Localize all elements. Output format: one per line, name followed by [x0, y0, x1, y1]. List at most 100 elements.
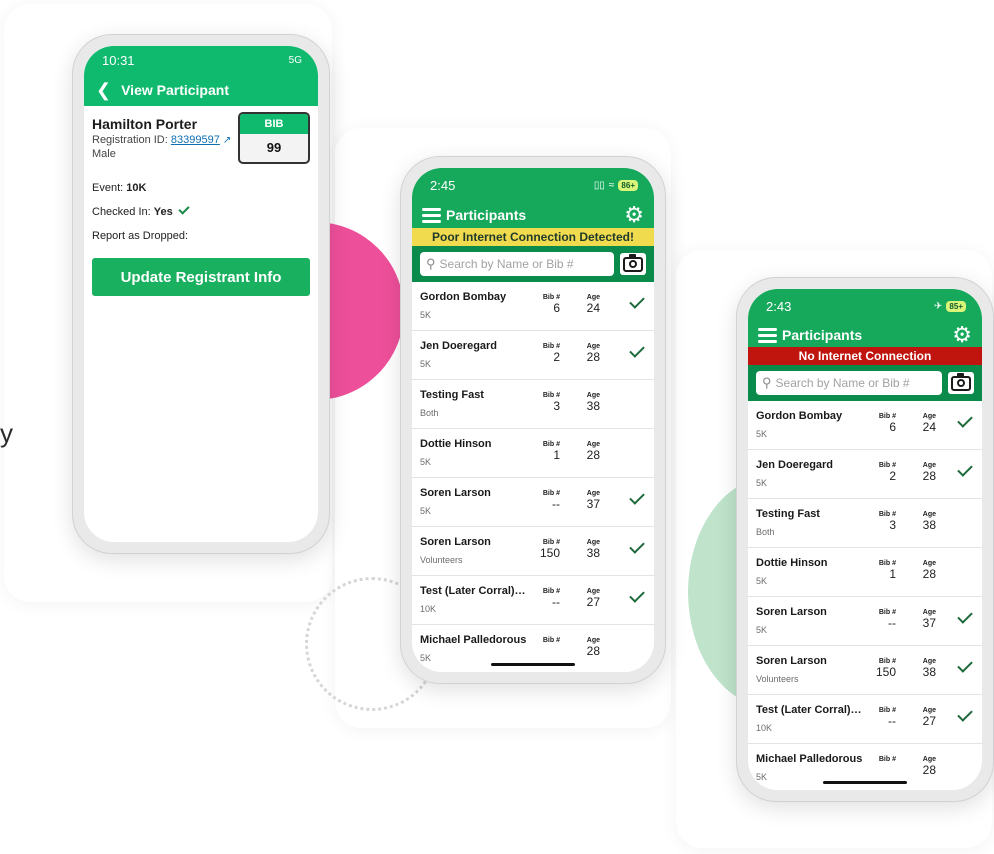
- hamburger-menu-icon[interactable]: [422, 208, 441, 223]
- age-column: Age 27: [908, 706, 936, 728]
- age-column: Age 38: [572, 538, 600, 560]
- app-header: 10:31 5G ❮ View Participant: [84, 46, 318, 106]
- bib-value: 1: [553, 448, 560, 462]
- participant-name: Soren Larson: [756, 655, 827, 667]
- event-value: 10K: [126, 182, 147, 194]
- external-link-icon[interactable]: ↗: [223, 135, 231, 146]
- battery-icon: 85+: [946, 300, 966, 312]
- participant-name: Soren Larson: [756, 606, 827, 618]
- checked-in-icon: [957, 706, 973, 722]
- participant-name: Jen Doeregard: [756, 459, 834, 471]
- bib-value: 150: [539, 546, 560, 560]
- bib-value: --: [552, 595, 560, 609]
- status-network: 5G: [288, 54, 302, 66]
- search-row: ⚲ Search by Name or Bib #: [748, 365, 982, 401]
- search-icon: ⚲: [762, 375, 772, 390]
- event-label: Event:: [92, 182, 124, 194]
- checked-in-icon: [629, 342, 645, 358]
- age-value: 27: [922, 714, 936, 728]
- update-registrant-info-button[interactable]: Update Registrant Info: [92, 258, 310, 296]
- participant-row[interactable]: Soren Larson 5K Bib # -- Age 37: [748, 597, 982, 646]
- registration-id-link[interactable]: 83399597: [171, 134, 220, 146]
- age-column: Age 28: [572, 440, 600, 462]
- report-dropped-label: Report as Dropped:: [92, 230, 188, 242]
- participant-event: 5K: [420, 310, 432, 320]
- participant-row[interactable]: Gordon Bombay 5K Bib #6 Age 24: [412, 282, 654, 331]
- participant-row[interactable]: Gordon Bombay 5K Bib #6 Age 24: [748, 401, 982, 450]
- gear-icon[interactable]: ⚙: [624, 204, 644, 226]
- age-value: 28: [922, 567, 936, 581]
- hamburger-menu-icon[interactable]: [758, 328, 777, 343]
- age-column: Age 28: [572, 636, 600, 658]
- checked-in-icon: [629, 489, 645, 505]
- search-row: ⚲ Search by Name or Bib #: [412, 246, 654, 282]
- participant-event: 5K: [756, 429, 768, 439]
- participant-row[interactable]: Test (Later Corral) O... 10K Bib # -- Age 27: [748, 695, 982, 744]
- status-time: 2:45: [430, 177, 456, 193]
- participant-event: 5K: [756, 478, 768, 488]
- app-header: 2:43 ✈ 85+ Participants ⚙: [748, 289, 982, 347]
- bib-value: 3: [553, 399, 560, 413]
- home-indicator: [491, 663, 575, 666]
- title-bar: Participants ⚙: [748, 323, 982, 347]
- gear-icon[interactable]: ⚙: [952, 324, 972, 346]
- title-group: Participants: [422, 207, 526, 223]
- bib-value: --: [888, 616, 896, 630]
- participant-row[interactable]: Soren Larson 5K Bib # -- Age 37: [412, 478, 654, 527]
- search-input[interactable]: ⚲ Search by Name or Bib #: [420, 252, 614, 276]
- bib-column: Bib # --: [866, 608, 896, 630]
- page-title: View Participant: [121, 82, 229, 98]
- participant-row[interactable]: Dottie Hinson 5K Bib #1 Age 28: [748, 548, 982, 597]
- participant-event: 10K: [756, 723, 773, 733]
- participant-name: Test (Later Corral) O...: [756, 704, 864, 716]
- age-column: Age 28: [908, 559, 936, 581]
- search-input[interactable]: ⚲ Search by Name or Bib #: [756, 371, 942, 395]
- age-column: Age 38: [572, 391, 600, 413]
- age-value: 24: [586, 301, 600, 315]
- report-dropped-row[interactable]: Report as Dropped:: [92, 230, 310, 242]
- camera-scan-button[interactable]: [620, 253, 646, 275]
- camera-scan-button[interactable]: [948, 372, 974, 394]
- participant-name: Soren Larson: [420, 487, 491, 499]
- participant-row[interactable]: Dottie Hinson 5K Bib #1 Age 28: [412, 429, 654, 478]
- participant-name: Testing Fast: [756, 508, 820, 520]
- bib-label: Bib #: [878, 756, 896, 763]
- status-time: 10:31: [102, 52, 135, 68]
- bib-value: 150: [875, 665, 896, 679]
- age-value: 27: [586, 595, 600, 609]
- participant-event: 5K: [756, 772, 768, 782]
- status-indicators: ✈ 85+: [934, 300, 966, 312]
- participant-row[interactable]: Soren Larson Volunteers Bib #150 Age 38: [748, 646, 982, 695]
- participant-name: Test (Later Corral) O...: [420, 585, 528, 597]
- page-title: Participants: [446, 207, 527, 223]
- participant-name: Dottie Hinson: [420, 438, 492, 450]
- bib-column: Bib # --: [530, 587, 560, 609]
- bib-label: Bib #: [542, 637, 560, 644]
- phone-screen: 2:43 ✈ 85+ Participants ⚙ No Internet Co…: [748, 289, 982, 790]
- participant-event: 5K: [420, 653, 432, 663]
- participant-row[interactable]: Testing Fast Both Bib #3 Age 38: [748, 499, 982, 548]
- checked-in-icon: [957, 412, 973, 428]
- participant-event: 5K: [420, 506, 432, 516]
- participant-row[interactable]: Jen Doeregard 5K Bib #2 Age 28: [748, 450, 982, 499]
- participant-row[interactable]: Soren Larson Volunteers Bib #150 Age 38: [412, 527, 654, 576]
- age-value: 24: [922, 420, 936, 434]
- bib-column: Bib #150: [866, 657, 896, 679]
- bib-value: 2: [553, 350, 560, 364]
- app-header: 2:45 ▯▯ ≈ 86+ Participants ⚙: [412, 168, 654, 228]
- chevron-left-icon[interactable]: ❮: [96, 81, 111, 99]
- checked-in-row: Checked In: Yes: [92, 203, 310, 218]
- bib-column: Bib #3: [530, 391, 560, 413]
- age-column: Age 38: [908, 510, 936, 532]
- participant-row[interactable]: Jen Doeregard 5K Bib #2 Age 28: [412, 331, 654, 380]
- status-bar: 10:31 5G: [84, 46, 318, 74]
- age-value: 28: [586, 448, 600, 462]
- search-placeholder: Search by Name or Bib #: [775, 376, 910, 390]
- title-bar: Participants ⚙: [412, 202, 654, 228]
- participant-row[interactable]: Testing Fast Both Bib #3 Age 38: [412, 380, 654, 429]
- participant-event: Volunteers: [756, 674, 799, 684]
- event-row: Event: 10K: [92, 182, 310, 194]
- participant-row[interactable]: Test (Later Corral) O... 10K Bib # -- Age 27: [412, 576, 654, 625]
- participant-name: Soren Larson: [420, 536, 491, 548]
- search-placeholder: Search by Name or Bib #: [439, 257, 574, 271]
